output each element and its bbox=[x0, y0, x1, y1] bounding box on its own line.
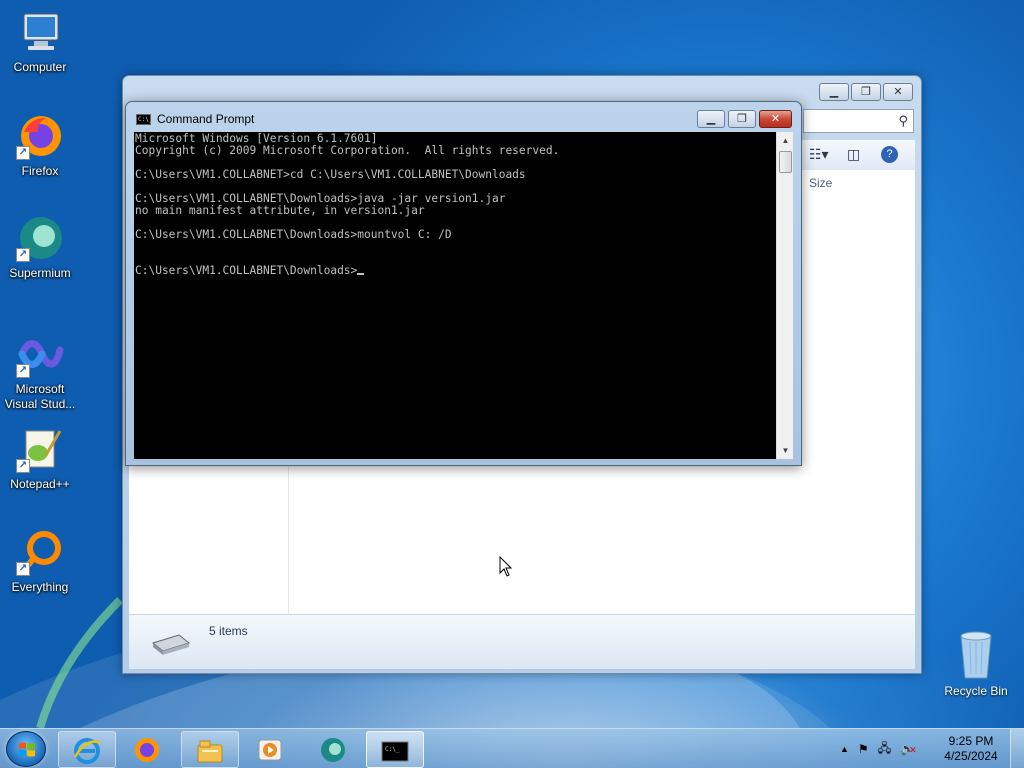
taskbar-command-prompt[interactable]: C:\_ bbox=[366, 731, 424, 768]
shortcut-arrow-icon: ↗ bbox=[16, 562, 30, 576]
command-prompt-icon: C:\_ bbox=[381, 741, 409, 762]
mouse-pointer-icon bbox=[499, 556, 513, 577]
system-tray: ▲ ⚑ 🖧 🔈 ✕ bbox=[840, 729, 917, 768]
scroll-up-arrow-icon[interactable]: ▲ bbox=[777, 132, 794, 149]
cmd-vertical-scrollbar[interactable]: ▲ ▼ bbox=[776, 132, 793, 459]
volume-muted-icon[interactable]: 🔈 ✕ bbox=[900, 742, 917, 756]
drive-icon bbox=[151, 634, 191, 655]
cmd-title-bar[interactable]: C:\_ Command Prompt bbox=[136, 112, 254, 126]
taskbar-file-explorer[interactable] bbox=[181, 731, 239, 768]
taskbar-internet-explorer[interactable] bbox=[58, 731, 116, 768]
desktop-icon-visual-studio[interactable]: ↗ Microsoft Visual Stud... bbox=[0, 330, 80, 412]
clock-time: 9:25 PM bbox=[948, 734, 994, 748]
taskbar-media-player[interactable] bbox=[242, 731, 300, 768]
scroll-down-arrow-icon[interactable]: ▼ bbox=[777, 442, 794, 459]
desktop-icon-firefox[interactable]: ↗ Firefox bbox=[0, 112, 80, 179]
console-line: C:\Users\VM1.COLLABNET\Downloads>mountvo… bbox=[135, 228, 452, 241]
recycle-bin-label: Recycle Bin bbox=[944, 684, 1008, 698]
command-prompt-window[interactable]: C:\_ Command Prompt ▁ ❐ ✕ Microsoft Wind… bbox=[125, 101, 802, 466]
cmd-caption-buttons: ▁ ❐ ✕ bbox=[697, 110, 792, 128]
file-explorer-icon bbox=[197, 740, 223, 763]
start-button[interactable] bbox=[6, 731, 46, 767]
explorer-minimize-button[interactable]: ▁ bbox=[819, 83, 849, 101]
clock-date: 4/25/2024 bbox=[944, 749, 998, 763]
recycle-bin-icon bbox=[960, 631, 992, 679]
desktop-icon-recycle-bin[interactable]: Recycle Bin bbox=[940, 630, 1012, 698]
explorer-status-bar: 5 items bbox=[129, 614, 915, 669]
computer-icon bbox=[23, 13, 59, 50]
taskbar: C:\_ ▲ ⚑ 🖧 🔈 ✕ 9:25 PM 4/25/2024 bbox=[0, 728, 1024, 768]
network-icon[interactable]: 🖧 bbox=[878, 739, 891, 760]
help-icon[interactable]: ? bbox=[881, 146, 898, 163]
console-output[interactable]: Microsoft Windows [Version 6.1.7601] Copy… bbox=[134, 132, 776, 459]
desktop-icon-everything[interactable]: ↗ Everything bbox=[0, 528, 80, 595]
console-line: no main manifest attribute, in version1.… bbox=[135, 204, 425, 217]
show-hidden-icons-icon[interactable]: ▲ bbox=[840, 744, 849, 754]
desktop-icon-computer[interactable]: Computer bbox=[0, 8, 80, 75]
item-count: 5 items bbox=[209, 624, 248, 638]
view-options-icon[interactable]: ☷▾ bbox=[809, 146, 829, 163]
explorer-caption-buttons: ▁ ❐ ✕ bbox=[819, 83, 913, 101]
taskbar-clock[interactable]: 9:25 PM 4/25/2024 bbox=[940, 734, 1002, 764]
console-prompt: C:\Users\VM1.COLLABNET\Downloads> bbox=[135, 264, 358, 277]
command-prompt-icon: C:\_ bbox=[136, 113, 153, 125]
cmd-title: Command Prompt bbox=[157, 112, 255, 126]
cmd-close-button[interactable]: ✕ bbox=[759, 110, 792, 128]
console-prompt-line[interactable]: C:\Users\VM1.COLLABNET\Downloads> bbox=[135, 265, 775, 277]
console-line: C:\Users\VM1.COLLABNET>cd C:\Users\VM1.C… bbox=[135, 168, 526, 181]
supermium-icon bbox=[321, 738, 345, 762]
action-center-flag-icon[interactable]: ⚑ bbox=[858, 742, 869, 756]
explorer-maximize-button[interactable]: ❐ bbox=[851, 83, 881, 101]
desktop-icon-notepad-plus-plus[interactable]: ↗ Notepad++ bbox=[0, 425, 80, 492]
scrollbar-thumb[interactable] bbox=[779, 151, 792, 173]
explorer-close-button[interactable]: ✕ bbox=[883, 83, 913, 101]
windows-logo-icon bbox=[19, 742, 35, 757]
shortcut-arrow-icon: ↗ bbox=[16, 459, 30, 473]
cmd-maximize-button[interactable]: ❐ bbox=[728, 110, 756, 128]
svg-text:C:\_: C:\_ bbox=[385, 746, 400, 753]
desktop-icon-supermium[interactable]: ↗ Supermium bbox=[0, 214, 80, 281]
explorer-search-input[interactable]: ⚲ bbox=[803, 109, 914, 133]
internet-explorer-icon bbox=[73, 738, 101, 764]
preview-pane-icon[interactable]: ◫ bbox=[847, 146, 860, 163]
taskbar-firefox[interactable] bbox=[119, 731, 177, 768]
taskbar-supermium[interactable] bbox=[305, 731, 363, 768]
search-icon: ⚲ bbox=[898, 113, 908, 128]
column-header-size[interactable]: Size bbox=[809, 176, 832, 190]
console-line: Copyright (c) 2009 Microsoft Corporation… bbox=[135, 144, 560, 157]
shortcut-arrow-icon: ↗ bbox=[16, 364, 30, 378]
cmd-minimize-button[interactable]: ▁ bbox=[697, 110, 725, 128]
text-cursor bbox=[357, 273, 365, 275]
shortcut-arrow-icon: ↗ bbox=[16, 248, 30, 262]
show-desktop-button[interactable] bbox=[1010, 729, 1024, 768]
media-player-icon bbox=[258, 739, 282, 761]
firefox-icon bbox=[135, 738, 159, 762]
shortcut-arrow-icon: ↗ bbox=[16, 146, 30, 160]
